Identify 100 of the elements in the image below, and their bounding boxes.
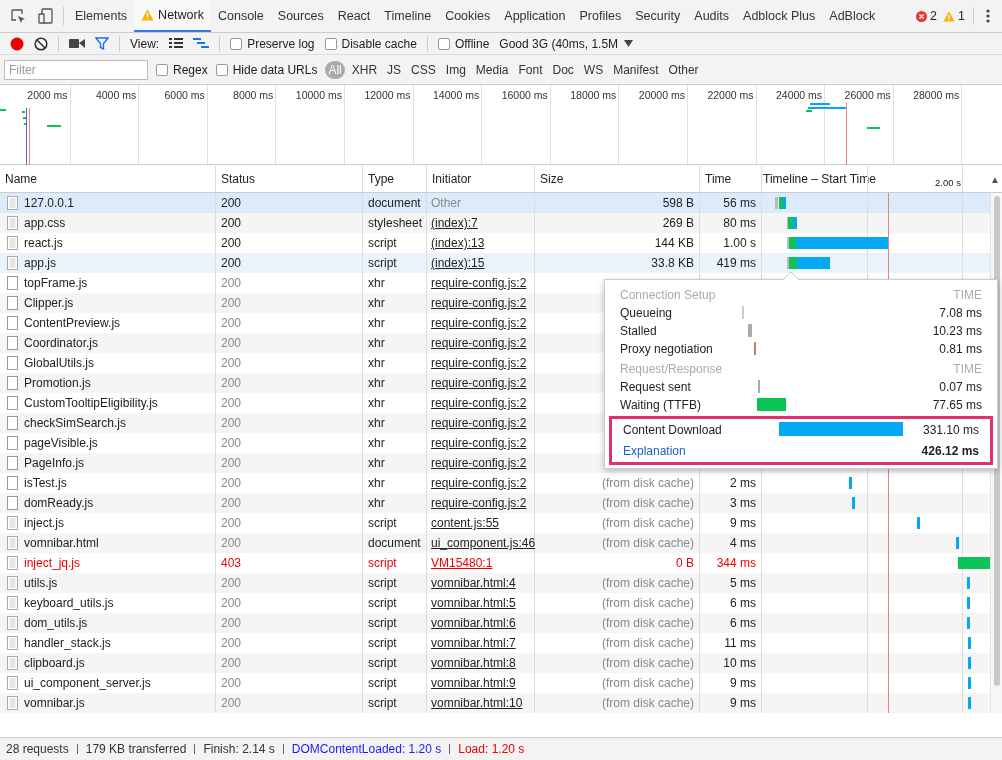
time-value: 11 ms bbox=[724, 635, 756, 652]
size-value: 598 B bbox=[662, 195, 694, 212]
status-text: 179 KB transferred bbox=[85, 741, 187, 758]
time-tick: 10000 ms bbox=[295, 88, 342, 103]
size-value: (from disk cache) bbox=[601, 595, 694, 612]
resource-type: xhr bbox=[368, 295, 385, 312]
request-name: Clipper.js bbox=[24, 295, 74, 312]
request-name: app.css bbox=[24, 215, 66, 232]
time-value: 56 ms bbox=[723, 195, 756, 212]
request-name: checkSimSearch.js bbox=[24, 415, 127, 432]
request-name: Coordinator.js bbox=[24, 335, 99, 352]
status-code: 200 bbox=[221, 435, 242, 452]
time-tick: 28000 ms bbox=[913, 88, 960, 103]
view-label: View: bbox=[130, 35, 160, 53]
status-code: 200 bbox=[221, 635, 242, 652]
size-value: 269 B bbox=[662, 215, 694, 232]
status-code: 200 bbox=[221, 675, 242, 692]
time-tick: 22000 ms bbox=[707, 88, 754, 103]
time-tick: 6000 ms bbox=[164, 88, 205, 103]
status-code: 200 bbox=[221, 595, 242, 612]
time-tick: 18000 ms bbox=[570, 88, 617, 103]
resource-type: xhr bbox=[368, 335, 385, 352]
resource-type: script bbox=[368, 695, 397, 712]
time-tick: 4000 ms bbox=[95, 88, 137, 103]
resource-type: xhr bbox=[368, 395, 385, 412]
status-code: 200 bbox=[221, 415, 242, 432]
status-text: Load: 1.20 s bbox=[458, 741, 525, 758]
resource-type: xhr bbox=[368, 375, 385, 392]
resource-type: script bbox=[368, 675, 397, 692]
size-value: (from disk cache) bbox=[601, 495, 694, 512]
time-value: 10 ms bbox=[723, 655, 756, 672]
request-name: 127.0.0.1 bbox=[24, 195, 75, 212]
request-name: domReady.js bbox=[24, 495, 94, 512]
request-name: clipboard.js bbox=[24, 655, 85, 672]
status-code: 200 bbox=[221, 455, 242, 472]
size-value: 33.8 KB bbox=[651, 255, 694, 272]
resource-type: script bbox=[368, 595, 397, 612]
time-value: 4 ms bbox=[730, 535, 756, 552]
request-name: vomnibar.html bbox=[24, 535, 99, 552]
time-value: 1.00 s bbox=[723, 235, 756, 252]
time-tick: 20000 ms bbox=[638, 88, 685, 103]
status-code: 200 bbox=[221, 495, 242, 512]
request-name: isTest.js bbox=[24, 475, 67, 492]
time-tick: 2000 ms bbox=[27, 88, 68, 103]
status-code: 200 bbox=[221, 355, 242, 372]
time-value: 419 ms bbox=[716, 255, 756, 272]
resource-type: xhr bbox=[368, 455, 385, 472]
time-tick: 8000 ms bbox=[233, 88, 274, 103]
status-code: 200 bbox=[221, 235, 242, 252]
time-value: 9 ms bbox=[730, 695, 756, 712]
size-value: (from disk cache) bbox=[601, 615, 694, 632]
resource-type: script bbox=[368, 235, 397, 252]
resource-type: xhr bbox=[368, 475, 385, 492]
status-code: 200 bbox=[221, 215, 242, 232]
request-name: topFrame.js bbox=[24, 275, 88, 292]
resource-type: xhr bbox=[368, 415, 385, 432]
resource-type: stylesheet bbox=[368, 215, 423, 232]
time-value: 80 ms bbox=[723, 215, 756, 232]
status-code: 200 bbox=[221, 535, 242, 552]
request-name: vomnibar.js bbox=[24, 695, 85, 712]
status-text: 28 requests bbox=[6, 741, 69, 758]
resource-type: script bbox=[368, 515, 397, 532]
status-code: 200 bbox=[221, 395, 242, 412]
resource-type: xhr bbox=[368, 315, 385, 332]
status-code: 200 bbox=[221, 655, 242, 672]
time-tick: 24000 ms bbox=[776, 88, 823, 103]
request-name: react.js bbox=[24, 235, 63, 252]
resource-type: script bbox=[368, 655, 397, 672]
resource-type: xhr bbox=[368, 275, 385, 292]
status-code: 200 bbox=[221, 335, 242, 352]
status-code: 403 bbox=[221, 555, 242, 572]
time-value: 344 ms bbox=[716, 555, 756, 572]
request-name: handler_stack.js bbox=[24, 635, 111, 652]
size-value: 144 KB bbox=[654, 235, 694, 252]
request-name: keyboard_utils.js bbox=[24, 595, 114, 612]
status-code: 200 bbox=[221, 575, 242, 592]
resource-type: script bbox=[368, 575, 397, 592]
size-value: (from disk cache) bbox=[601, 475, 694, 492]
request-name: app.js bbox=[24, 255, 57, 272]
status-code: 200 bbox=[221, 375, 242, 392]
resource-type: xhr bbox=[368, 435, 385, 452]
status-code: 200 bbox=[221, 295, 242, 312]
timing-label: Request sent bbox=[620, 379, 692, 396]
request-name: ui_component_server.js bbox=[24, 675, 151, 692]
request-name: inject_jq.js bbox=[24, 555, 81, 572]
size-value: (from disk cache) bbox=[601, 655, 694, 672]
time-tick: 14000 ms bbox=[433, 88, 480, 103]
request-name: dom_utils.js bbox=[24, 615, 88, 632]
resource-type: xhr bbox=[368, 355, 385, 372]
status-text: Finish: 2.14 s bbox=[203, 741, 275, 758]
request-name: PageInfo.js bbox=[24, 455, 85, 472]
time-tick: 16000 ms bbox=[501, 88, 548, 103]
size-value: (from disk cache) bbox=[601, 575, 694, 592]
status-code: 200 bbox=[221, 475, 242, 492]
request-name: GlobalUtils.js bbox=[24, 355, 95, 372]
time-value: 5 ms bbox=[730, 575, 756, 592]
resource-type: script bbox=[368, 255, 397, 272]
size-value: (from disk cache) bbox=[601, 675, 694, 692]
time-value: 3 ms bbox=[730, 495, 756, 512]
time-value: 6 ms bbox=[730, 595, 756, 612]
